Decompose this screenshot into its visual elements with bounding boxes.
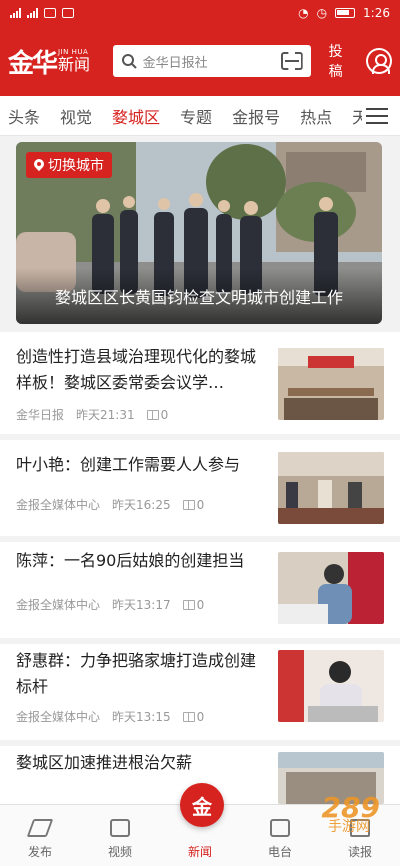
tab-hot[interactable]: 热点 bbox=[300, 104, 332, 128]
comment-icon bbox=[182, 599, 195, 610]
nav-label: 新闻 bbox=[187, 845, 212, 859]
article-title: 陈萍：一名90后姑娘的创建担当 bbox=[16, 551, 245, 570]
article-title: 创造性打造县域治理现代化的婺城样板！婺城区委常委会议学… bbox=[16, 347, 257, 392]
article-title: 舒惠群：力争把骆家塘打造成创建标杆 bbox=[16, 651, 257, 696]
switch-city-label: 切换城市 bbox=[48, 158, 104, 174]
article-meta: 金华日报 昨天21:31 0 bbox=[16, 406, 168, 423]
article-title: 叶小艳：创建工作需要人人参与 bbox=[16, 455, 241, 474]
logo-main: 金华 bbox=[8, 48, 58, 79]
comment-icon bbox=[182, 499, 195, 510]
tab-visual[interactable]: 视觉 bbox=[60, 104, 92, 128]
article-meta: 金报全媒体中心 昨天13:15 0 bbox=[16, 708, 204, 725]
article-time: 昨天13:17 bbox=[112, 598, 171, 612]
tab-more[interactable]: 天 bbox=[352, 104, 362, 128]
comment-count: 0 bbox=[160, 407, 169, 422]
radio-icon bbox=[270, 819, 290, 837]
article-thumbnail bbox=[278, 348, 384, 420]
article-thumbnail bbox=[278, 452, 384, 524]
article-meta: 金报全媒体中心 昨天13:17 0 bbox=[16, 596, 204, 613]
article-time: 昨天13:15 bbox=[112, 710, 171, 724]
article-source: 金报全媒体中心 bbox=[16, 710, 101, 724]
article-item[interactable]: 创造性打造县域治理现代化的婺城样板！婺城区委常委会议学… 金华日报 昨天21:3… bbox=[0, 332, 400, 434]
channel-tabs: 头条 视觉 婺城区 专题 金报号 热点 天 bbox=[0, 96, 400, 136]
article-source: 金报全媒体中心 bbox=[16, 598, 101, 612]
send-icon bbox=[26, 819, 54, 837]
logo-cn: 新闻 bbox=[58, 55, 91, 74]
search-icon bbox=[121, 54, 137, 69]
app-notification-icon bbox=[62, 8, 74, 18]
article-source: 金华日报 bbox=[16, 408, 65, 422]
user-icon[interactable] bbox=[366, 48, 392, 74]
article-thumbnail bbox=[278, 650, 384, 722]
menu-icon[interactable] bbox=[366, 108, 388, 124]
status-icons-left bbox=[10, 8, 74, 18]
nav-publish[interactable]: 发布 bbox=[0, 805, 80, 866]
article-item[interactable]: 陈萍：一名90后姑娘的创建担当 金报全媒体中心 昨天13:17 0 bbox=[0, 542, 400, 638]
nav-video[interactable]: 视频 bbox=[80, 805, 160, 866]
alarm-icon: ◷ bbox=[316, 6, 328, 20]
notification-icon bbox=[44, 8, 56, 18]
headset-icon: ◔ bbox=[298, 6, 309, 20]
nav-label: 读报 bbox=[347, 845, 372, 859]
comment-count: 0 bbox=[196, 497, 205, 512]
location-pin-icon bbox=[34, 159, 44, 171]
watermark-sub: 手游网 bbox=[328, 819, 370, 835]
article-thumbnail bbox=[278, 552, 384, 624]
article-meta: 金报全媒体中心 昨天16:25 0 bbox=[16, 496, 204, 513]
news-logo-icon[interactable]: 金 bbox=[180, 783, 224, 827]
nav-radio[interactable]: 电台 bbox=[240, 805, 320, 866]
article-source: 金报全媒体中心 bbox=[16, 498, 101, 512]
app-logo: 金华 JIN HUA 新闻 bbox=[8, 43, 107, 80]
search-placeholder: 金华日报社 bbox=[142, 55, 208, 71]
nav-label: 发布 bbox=[27, 845, 52, 859]
comment-icon bbox=[182, 711, 195, 722]
switch-city-button[interactable]: 切换城市 bbox=[26, 152, 112, 178]
submit-button[interactable]: 投稿 bbox=[329, 41, 357, 81]
status-time: 1:26 bbox=[363, 6, 390, 20]
tab-topics[interactable]: 专题 bbox=[180, 104, 212, 128]
comment-count: 0 bbox=[196, 709, 205, 724]
nav-label: 视频 bbox=[107, 845, 132, 859]
signal-icon bbox=[10, 8, 21, 18]
tab-jinbao[interactable]: 金报号 bbox=[232, 104, 280, 128]
scan-icon[interactable] bbox=[281, 52, 303, 70]
tab-headlines[interactable]: 头条 bbox=[8, 104, 40, 128]
comment-icon bbox=[146, 409, 159, 420]
tab-wucheng[interactable]: 婺城区 bbox=[112, 104, 160, 128]
article-time: 昨天16:25 bbox=[112, 498, 171, 512]
hero-banner[interactable]: 切换城市 婺城区区长黄国钧检查文明城市创建工作 bbox=[16, 142, 382, 324]
video-icon bbox=[110, 819, 130, 837]
article-time: 昨天21:31 bbox=[76, 408, 135, 422]
search-box[interactable]: 金华日报社 bbox=[112, 45, 311, 77]
article-item[interactable]: 叶小艳：创建工作需要人人参与 金报全媒体中心 昨天16:25 0 bbox=[0, 440, 400, 536]
article-item[interactable]: 舒惠群：力争把骆家塘打造成创建标杆 金报全媒体中心 昨天13:15 0 bbox=[0, 644, 400, 740]
app-header: 金华 JIN HUA 新闻 金华日报社 投稿 bbox=[0, 26, 400, 96]
comment-count: 0 bbox=[196, 597, 205, 612]
status-bar: ◔ ◷ 1:26 bbox=[0, 0, 400, 26]
signal-icon-2 bbox=[27, 8, 38, 18]
nav-label: 电台 bbox=[267, 845, 292, 859]
article-title: 婺城区加速推进根治欠薪 bbox=[16, 753, 193, 772]
battery-icon bbox=[335, 8, 356, 18]
hero-caption: 婺城区区长黄国钧检查文明城市创建工作 bbox=[16, 268, 382, 324]
